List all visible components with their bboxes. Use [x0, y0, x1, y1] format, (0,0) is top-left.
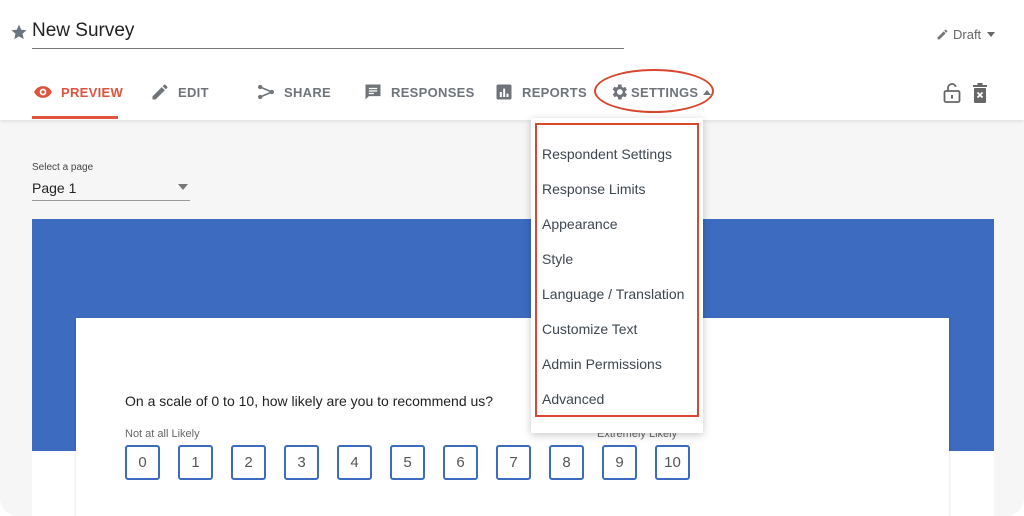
status-dropdown[interactable]: Draft [936, 27, 996, 42]
scale-option-5[interactable]: 5 [390, 445, 425, 480]
question-text: On a scale of 0 to 10, how likely are yo… [125, 393, 494, 409]
title-underline [32, 48, 624, 49]
reports-icon [496, 84, 512, 100]
scale-option-10[interactable]: 10 [655, 445, 690, 480]
scale-option-0[interactable]: 0 [125, 445, 160, 480]
menu-item-advanced[interactable]: Advanced [542, 391, 604, 407]
share-icon [258, 84, 274, 100]
chevron-down-icon [987, 32, 996, 37]
scale-option-3[interactable]: 3 [284, 445, 319, 480]
tab-share[interactable]: SHARE [256, 78, 331, 106]
tab-label: SHARE [284, 84, 332, 100]
menu-item-admin-permissions[interactable]: Admin Permissions [542, 356, 662, 372]
tab-edit[interactable]: EDIT [150, 78, 209, 106]
menu-item-style[interactable]: Style [542, 251, 573, 267]
menu-item-response-limits[interactable]: Response Limits [542, 181, 646, 197]
app-window: New Survey Draft PREVIEW EDIT SHARE RESP… [0, 0, 1024, 516]
pencil-icon [152, 84, 168, 100]
page-select-label: Select a page [32, 162, 94, 173]
nps-scale: 0 1 2 3 4 5 6 7 8 9 10 [125, 445, 690, 480]
scale-option-7[interactable]: 7 [496, 445, 531, 480]
tab-responses[interactable]: RESPONSES [363, 78, 475, 106]
menu-item-customize-text[interactable]: Customize Text [542, 321, 637, 337]
menu-item-language-translation[interactable]: Language / Translation [542, 286, 684, 302]
settings-highlight-ring [594, 69, 714, 113]
question-card [76, 318, 949, 516]
tab-label: RESPONSES [391, 84, 475, 100]
star-icon[interactable] [10, 23, 28, 41]
active-tab-indicator [32, 116, 118, 119]
scale-option-1[interactable]: 1 [178, 445, 213, 480]
survey-title[interactable]: New Survey [32, 20, 134, 42]
header: New Survey Draft PREVIEW EDIT SHARE RESP… [0, 0, 1024, 120]
scale-option-8[interactable]: 8 [549, 445, 584, 480]
tab-preview[interactable]: PREVIEW [33, 78, 123, 106]
trash-icon[interactable] [970, 82, 990, 104]
scale-low-label: Not at all Likely [125, 428, 200, 440]
menu-item-appearance[interactable]: Appearance [542, 216, 618, 232]
eye-icon [34, 86, 52, 98]
status-label: Draft [953, 27, 982, 42]
scale-option-2[interactable]: 2 [231, 445, 266, 480]
scale-option-6[interactable]: 6 [443, 445, 478, 480]
pencil-icon [937, 29, 948, 40]
page-select-underline [32, 200, 190, 201]
page-select[interactable]: Page 1 [32, 180, 76, 196]
responses-icon [365, 84, 381, 100]
menu-highlight-box [535, 123, 699, 417]
scale-option-4[interactable]: 4 [337, 445, 372, 480]
tab-label: EDIT [178, 84, 209, 100]
menu-item-respondent-settings[interactable]: Respondent Settings [542, 146, 672, 162]
tab-label: REPORTS [522, 84, 587, 100]
chevron-down-icon[interactable] [178, 184, 188, 190]
tab-label: PREVIEW [61, 84, 124, 100]
scale-option-9[interactable]: 9 [602, 445, 637, 480]
unlock-icon[interactable] [942, 82, 962, 104]
tab-reports[interactable]: REPORTS [494, 78, 587, 106]
